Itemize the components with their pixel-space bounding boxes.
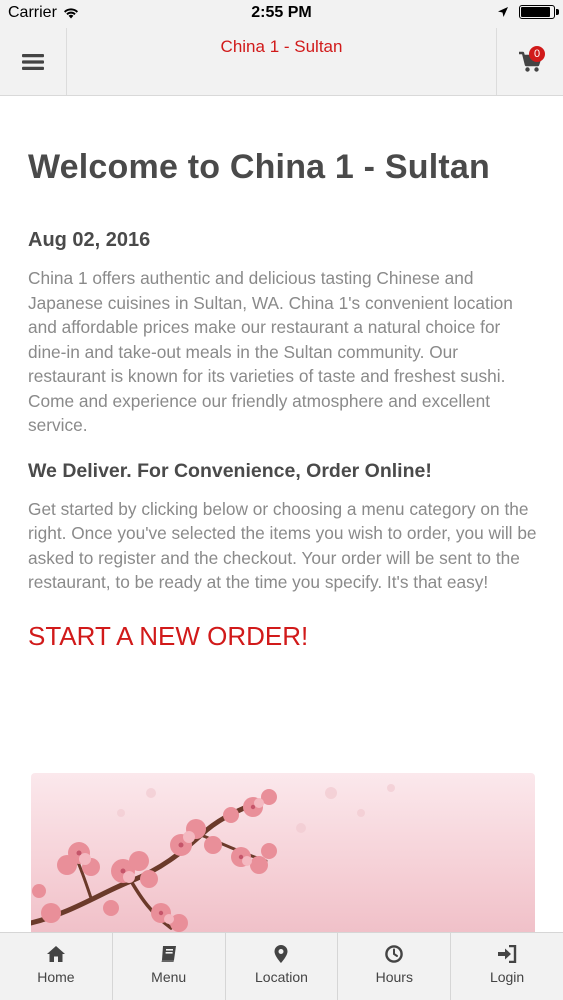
home-icon: [46, 946, 65, 962]
hamburger-icon: [22, 53, 44, 70]
battery-fill: [521, 7, 550, 17]
menu-button[interactable]: [0, 28, 67, 95]
clock-icon: [385, 945, 404, 963]
start-new-order-link[interactable]: START A NEW ORDER!: [28, 621, 538, 652]
battery-icon: [519, 5, 559, 19]
tab-hours[interactable]: Hours: [338, 933, 452, 1000]
instructions-paragraph: Get started by clicking below or choosin…: [28, 498, 537, 593]
status-bar: Carrier 2:55 PM: [0, 0, 563, 28]
main-content: Welcome to China 1 - Sultan Aug 02, 2016…: [28, 96, 538, 652]
sign-in-icon: [498, 945, 517, 963]
intro-paragraph: China 1 offers authentic and delicious t…: [28, 268, 513, 435]
cart-button[interactable]: 0: [496, 28, 563, 95]
tab-hours-label: Hours: [375, 969, 413, 985]
cart-count-badge: 0: [529, 46, 545, 62]
cherry-blossom-banner: [31, 773, 535, 935]
tab-login[interactable]: Login: [451, 933, 563, 1000]
status-right: [497, 5, 559, 19]
tab-home[interactable]: Home: [0, 933, 113, 1000]
header-title: China 1 - Sultan: [220, 37, 343, 56]
cherry-blossom-illustration: [31, 784, 395, 932]
tab-location-label: Location: [255, 969, 308, 985]
location-arrow-icon: [498, 7, 508, 17]
clock-time: 2:55 PM: [251, 4, 312, 21]
post-date: Aug 02, 2016: [28, 229, 151, 251]
tab-login-label: Login: [489, 969, 525, 985]
tab-menu-label: Menu: [151, 969, 187, 985]
book-icon: [161, 946, 176, 962]
tab-home-label: Home: [37, 969, 75, 985]
tab-location[interactable]: Location: [226, 933, 339, 1000]
page-title: Welcome to China 1 - Sultan: [28, 148, 490, 186]
map-pin-icon: [274, 945, 288, 963]
bottom-tab-bar: Home Menu Location Hours Login: [0, 932, 563, 1000]
tab-menu[interactable]: Menu: [113, 933, 226, 1000]
app-header: China 1 - Sultan 0: [0, 28, 563, 96]
delivery-subheading: We Deliver. For Convenience, Order Onlin…: [28, 459, 432, 482]
